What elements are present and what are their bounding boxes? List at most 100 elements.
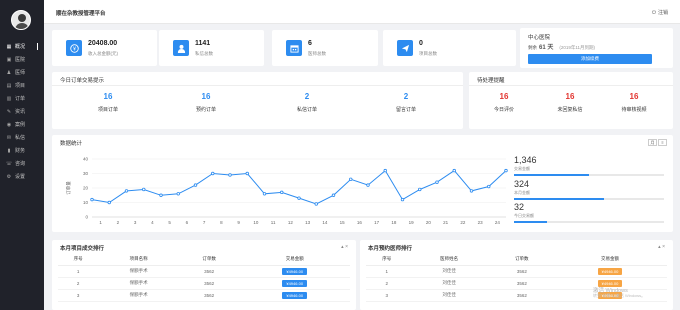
x-tick-label: 7	[203, 220, 206, 225]
today-orders-card: 今日订单交易提示 16 项目订单 16 预约订单 2 私信订单 2 留言订单	[52, 72, 463, 129]
month-button[interactable]: 月	[648, 139, 657, 146]
logout-button[interactable]: ⏻ 注销	[652, 9, 668, 17]
collapse-close-icons[interactable]: ▴ ×	[658, 244, 665, 250]
sidebar-item-10[interactable]: ⚙ 设置	[0, 170, 44, 183]
stat-card-income: ¥ 20408.00 收入总金额(元)	[52, 30, 157, 66]
stat-card-doctors: 6 医师总数	[272, 30, 378, 66]
data-point	[142, 187, 146, 192]
side-stat-bar-fill	[514, 198, 604, 200]
y-tick-label: 20	[83, 186, 89, 191]
svg-text:¥: ¥	[73, 46, 76, 52]
sidebar-item-6[interactable]: ◉ 案例	[0, 118, 44, 131]
collapse-close-icons[interactable]: ▴ ×	[341, 244, 348, 250]
table-cell: ¥4946.00	[239, 277, 350, 290]
calendar-icon	[286, 40, 302, 56]
x-tick-label: 19	[409, 220, 415, 225]
pending-item-message[interactable]: 16 未回复私信	[533, 92, 607, 113]
table-cell: 3562	[178, 277, 240, 290]
avatar[interactable]	[11, 10, 31, 30]
pending-label: 待审核视频	[621, 107, 647, 113]
x-tick-label: 17	[374, 220, 380, 225]
order-count: 2	[403, 92, 409, 101]
order-item-comment[interactable]: 2 留言订单	[366, 92, 446, 113]
data-point	[366, 183, 370, 187]
x-tick-label: 11	[271, 220, 276, 225]
project-icon: ▤	[6, 82, 12, 89]
sidebar-item-0[interactable]: ▦ 概况	[0, 40, 44, 53]
x-tick-label: 20	[426, 220, 432, 225]
data-point	[469, 189, 474, 193]
wallet-icon: ¥	[66, 40, 82, 56]
data-point	[262, 192, 267, 196]
table-row[interactable]: 3 保额手术 3562 ¥4946.00	[58, 289, 350, 302]
side-stat-total: 1,346 交易金额	[514, 155, 664, 176]
finance-icon: ▮	[7, 147, 11, 154]
case-icon: ◉	[6, 121, 12, 128]
sidebar-item-7[interactable]: ✉ 私信	[0, 131, 44, 144]
order-label: 项目订单	[97, 107, 118, 113]
x-tick-label: 14	[322, 220, 328, 225]
data-point	[383, 168, 387, 173]
data-point	[418, 187, 422, 192]
table-row[interactable]: 1 保额手术 3562 ¥4946.00	[58, 265, 350, 278]
table-cell: 3562	[178, 265, 240, 278]
data-point	[435, 180, 439, 184]
expire-date: (2019年11月到期)	[559, 45, 596, 50]
order-count: 16	[201, 92, 211, 101]
order-item-project[interactable]: 16 项目订单	[68, 92, 148, 113]
x-tick-label: 5	[168, 220, 171, 225]
sidebar-item-5[interactable]: ✎ 资讯	[0, 105, 44, 118]
logout-icon: ⏻	[652, 9, 656, 16]
side-stat-month: 324 本月金额	[514, 179, 664, 200]
x-tick-label: 24	[495, 220, 501, 225]
user-icon	[173, 40, 189, 56]
sidebar-item-4[interactable]: ▥ 订单	[0, 92, 44, 105]
sidebar-item-3[interactable]: ▤ 项目	[0, 79, 44, 92]
sidebar-item-8[interactable]: ▮ 财务	[0, 144, 44, 157]
pending-label: 今日评价	[493, 107, 514, 113]
side-stat-value: 1,346	[514, 155, 537, 165]
center-hospital-card: 中心医院 剩余 61 天 (2019年11月到期) 添加续费	[520, 28, 673, 68]
pending-item-review[interactable]: 16 今日评价	[467, 92, 541, 113]
hospital-icon: ▣	[6, 56, 12, 63]
news-icon: ✎	[6, 108, 12, 115]
table-cell: 2	[366, 277, 408, 290]
table-row[interactable]: 2 保额手术 3562 ¥4946.00	[58, 277, 350, 290]
sidebar-item-9[interactable]: ☏ 咨询	[0, 157, 44, 170]
order-item-message[interactable]: 2 私信订单	[267, 92, 347, 113]
sidebar-item-2[interactable]: ♟ 医师	[0, 66, 44, 79]
stat-label: 收入总金额(元)	[88, 51, 118, 56]
data-point	[245, 171, 249, 176]
order-icon: ▥	[6, 95, 12, 102]
table-row[interactable]: 1 刘佳佳 3562 ¥4946.00	[366, 265, 667, 278]
x-tick-label: 1	[99, 220, 102, 225]
table-cell: 保额手术	[98, 265, 179, 278]
sidebar-item-label: 医师	[15, 70, 26, 76]
pending-card: 待处理提醒 16 今日评价 16 未回复私信 16 待审核视频	[469, 72, 673, 129]
project-ranking-title: 本月项目成交排行	[60, 246, 105, 252]
project-ranking-card: 本月项目成交排行 ▴ × 序号 项目名称 订单数 交易金额 1 保额手术 3562 ¥494…	[52, 240, 356, 310]
renew-button[interactable]: 添加续费	[528, 54, 652, 64]
sidebar-item-label: 医院	[15, 57, 26, 63]
x-tick-label: 12	[288, 220, 294, 225]
sidebar-item-label: 项目	[15, 83, 26, 89]
data-point	[107, 200, 111, 205]
y-tick-label: 0	[85, 215, 88, 220]
table-cell: 刘佳佳	[407, 289, 491, 302]
pending-title: 待处理提醒	[477, 78, 505, 84]
data-point	[331, 193, 336, 197]
sidebar-item-label: 资讯	[15, 109, 26, 115]
table-cell: 1	[58, 265, 99, 278]
side-stat-bar-fill	[514, 221, 547, 223]
pending-item-video[interactable]: 16 待审核视频	[597, 92, 671, 113]
order-item-booking[interactable]: 16 预约订单	[166, 92, 246, 113]
table-cell: 2	[58, 277, 99, 290]
y-tick-label: 40	[83, 157, 89, 162]
remaining-label: 剩余	[528, 45, 537, 50]
x-tick-label: 22	[460, 220, 466, 225]
menu-icon[interactable]: ≡	[658, 139, 667, 146]
sidebar-item-1[interactable]: ▣ 医院	[0, 53, 44, 66]
table-cell: 3562	[490, 265, 553, 278]
order-label: 预约订单	[195, 107, 216, 113]
table-header: 交易金额	[239, 254, 350, 266]
